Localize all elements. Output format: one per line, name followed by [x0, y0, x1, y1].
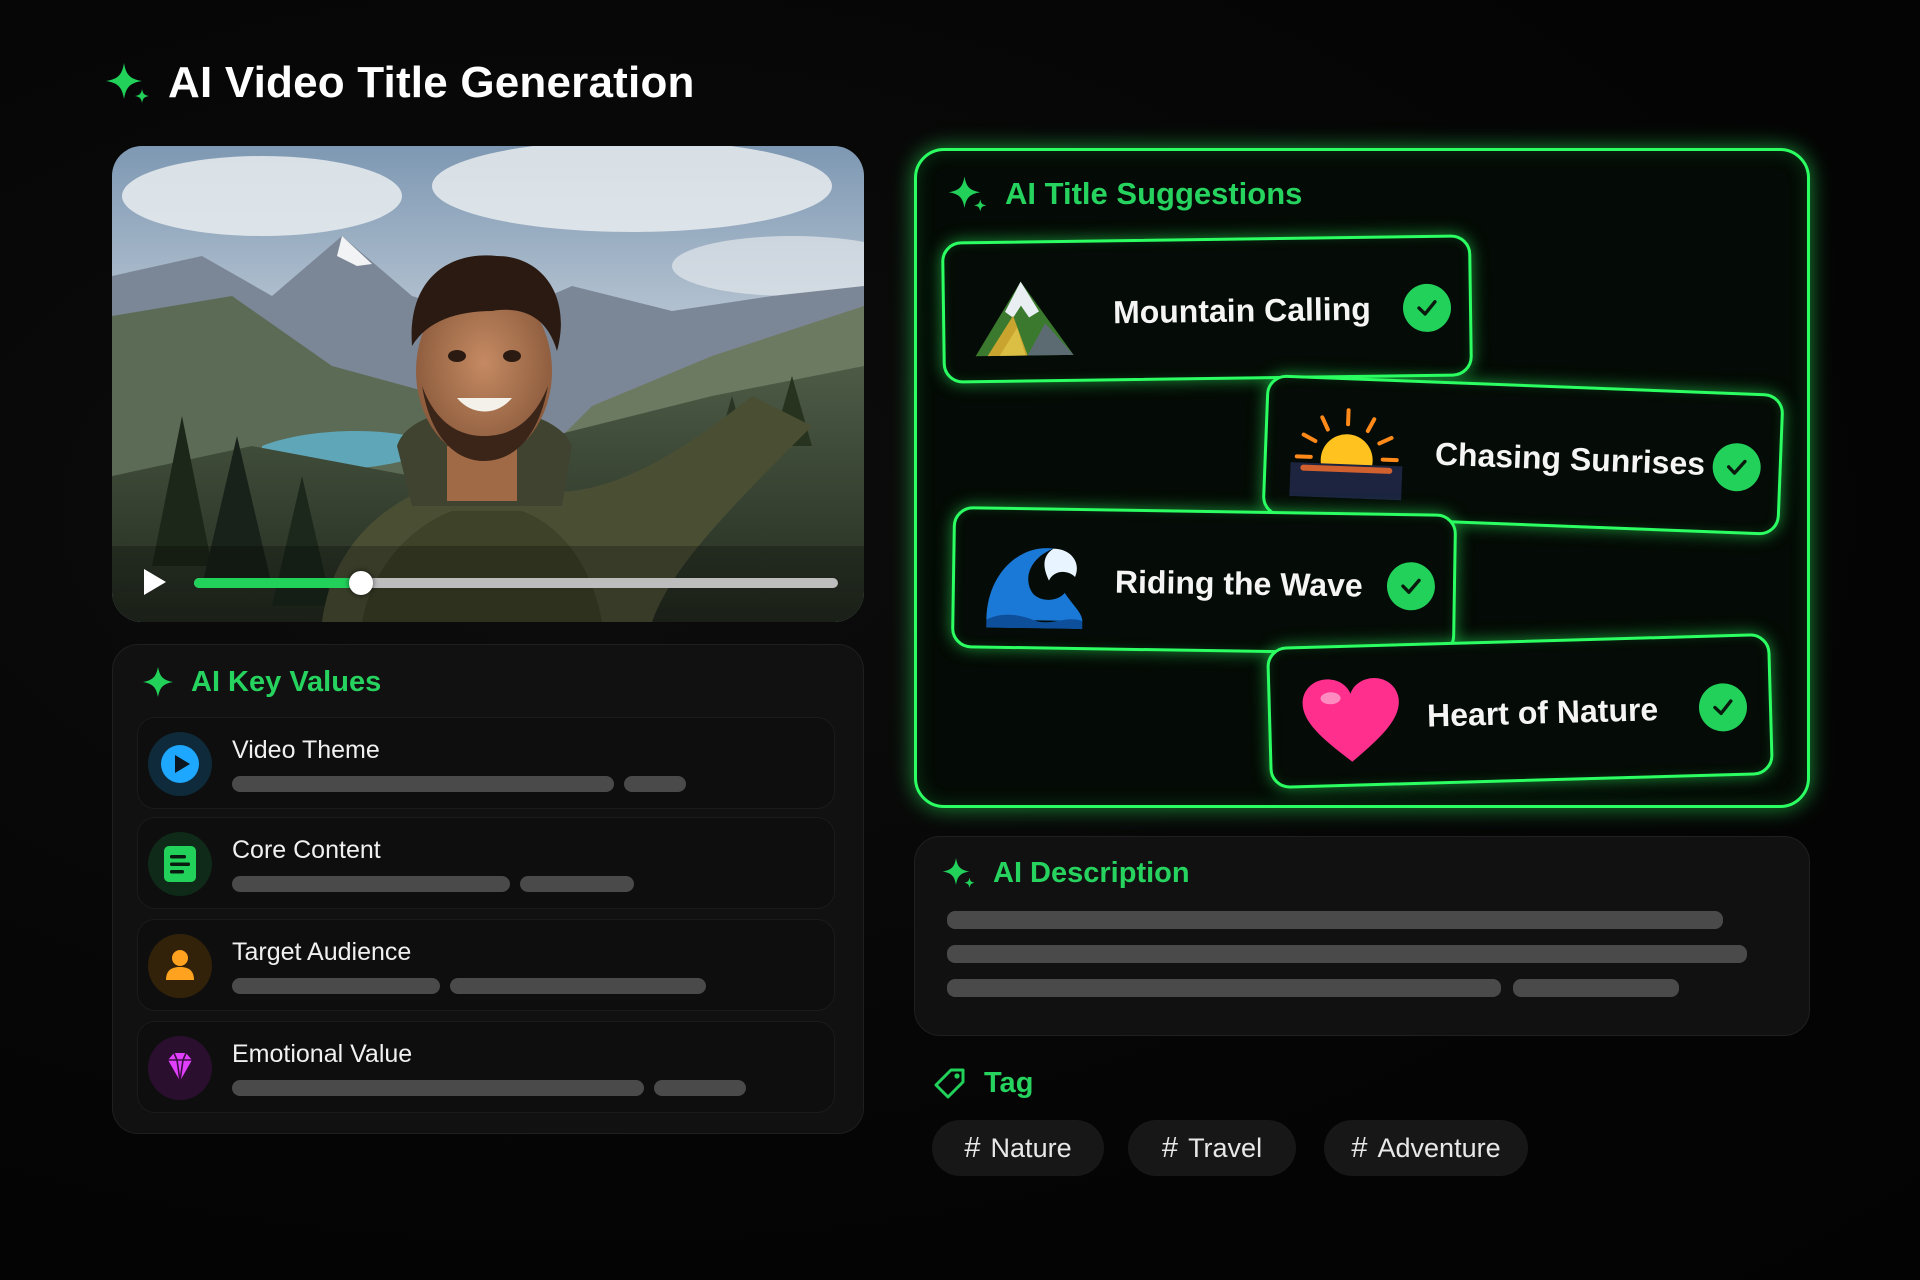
suggestion-title: Chasing Sunrises — [1434, 435, 1706, 482]
sparkle-icon — [948, 176, 987, 212]
key-value-label: Emotional Value — [232, 1040, 413, 1068]
tag-header: Tag — [934, 1066, 1033, 1100]
key-value-video-theme[interactable]: Video Theme — [137, 717, 835, 809]
key-value-label: Video Theme — [232, 736, 380, 764]
sunrise-icon — [1289, 408, 1403, 501]
key-value-label: Core Content — [232, 836, 381, 864]
title-suggestions-title: AI Title Suggestions — [1005, 176, 1303, 211]
play-icon[interactable] — [138, 566, 170, 598]
person-icon — [148, 934, 212, 998]
video-progress-fill — [194, 578, 362, 588]
key-value-target-audience[interactable]: Target Audience — [137, 919, 835, 1011]
mountain-icon — [975, 281, 1074, 357]
sparkle-icon — [143, 667, 173, 697]
tag-icon — [934, 1068, 965, 1099]
placeholder-bar — [1513, 979, 1679, 997]
suggestion-title: Heart of Nature — [1426, 691, 1659, 734]
description-header: AI Description — [941, 855, 1190, 891]
sparkle-icon — [106, 63, 149, 103]
check-icon[interactable] — [1711, 442, 1762, 493]
description-title: AI Description — [993, 856, 1190, 889]
key-values-title: AI Key Values — [191, 665, 382, 698]
video-player[interactable] — [112, 146, 864, 622]
placeholder-bar — [624, 776, 686, 792]
play-circle-icon — [148, 732, 212, 796]
suggestion-title: Riding the Wave — [1114, 563, 1363, 604]
video-thumbnail — [112, 146, 864, 622]
placeholder-bar — [232, 1080, 644, 1096]
document-icon — [148, 832, 212, 896]
hash-icon: # — [964, 1131, 981, 1164]
diamond-icon — [148, 1036, 212, 1100]
title-suggestion-card[interactable]: Riding the Wave — [950, 506, 1458, 656]
description-panel: AI Description — [914, 836, 1810, 1036]
tag-label: Nature — [990, 1132, 1072, 1163]
key-values-header: AI Key Values — [141, 665, 381, 699]
sparkle-icon — [942, 858, 975, 888]
wave-icon — [986, 548, 1083, 630]
tag-chip-adventure[interactable]: # Adventure — [1324, 1120, 1528, 1176]
placeholder-bar — [947, 979, 1501, 997]
placeholder-bar — [947, 945, 1747, 963]
page-header: AI Video Title Generation — [104, 58, 695, 108]
title-suggestion-card[interactable]: Heart of Nature — [1266, 632, 1774, 790]
title-suggestion-card[interactable]: Mountain Calling — [941, 234, 1473, 384]
tag-label: Travel — [1188, 1132, 1263, 1163]
hash-icon: # — [1351, 1131, 1368, 1164]
hash-icon: # — [1161, 1131, 1179, 1164]
video-progress-bar[interactable] — [194, 571, 838, 595]
page: AI Video Title Generation AI Key Values … — [0, 0, 1920, 1280]
placeholder-bar — [232, 978, 440, 994]
tag-chip-travel[interactable]: # Travel — [1128, 1120, 1296, 1176]
tag-title: Tag — [984, 1066, 1034, 1099]
heart-icon — [1302, 678, 1399, 762]
key-value-emotional-value[interactable]: Emotional Value — [137, 1021, 835, 1113]
page-title: AI Video Title Generation — [168, 58, 695, 107]
placeholder-bar — [947, 911, 1723, 929]
placeholder-bar — [520, 876, 634, 892]
key-value-core-content[interactable]: Core Content — [137, 817, 835, 909]
tag-chip-nature[interactable]: # Nature — [932, 1120, 1104, 1176]
placeholder-bar — [450, 978, 706, 994]
check-icon[interactable] — [1402, 283, 1452, 333]
key-value-label: Target Audience — [232, 938, 412, 966]
tag-label: Adventure — [1377, 1132, 1501, 1163]
placeholder-bar — [232, 876, 510, 892]
title-suggestions-header: AI Title Suggestions — [947, 173, 1302, 215]
placeholder-bar — [232, 776, 614, 792]
key-values-panel: AI Key Values Video Theme Core Content T… — [112, 644, 864, 1134]
placeholder-bar — [654, 1080, 746, 1096]
check-icon[interactable] — [1386, 561, 1436, 611]
suggestion-title: Mountain Calling — [1112, 290, 1372, 331]
check-icon[interactable] — [1698, 682, 1748, 732]
